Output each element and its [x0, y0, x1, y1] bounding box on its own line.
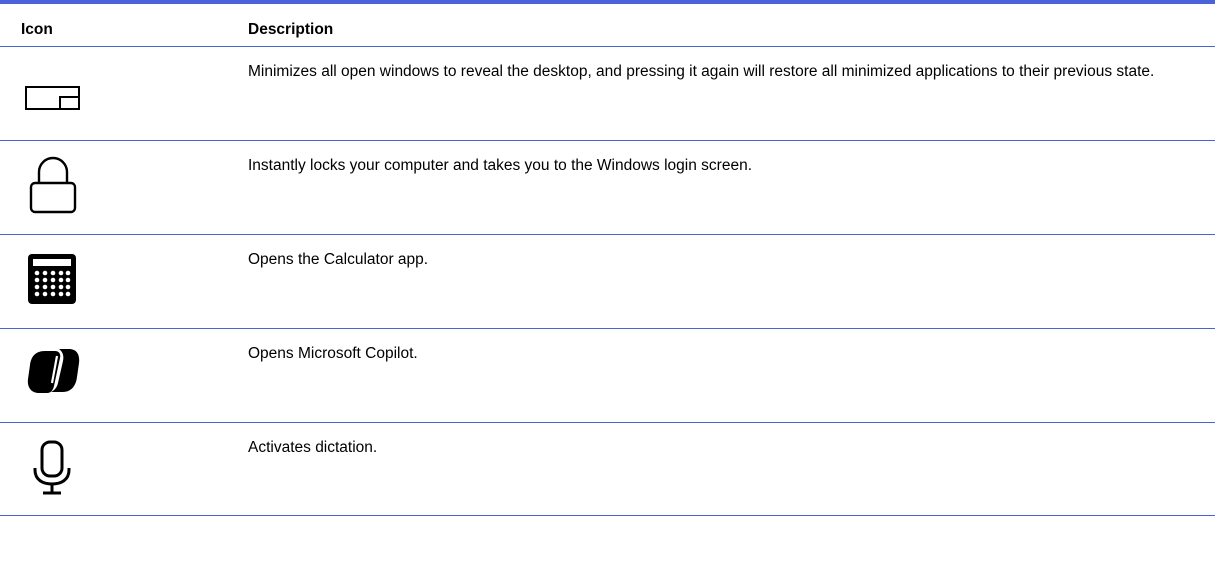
table-row: Activates dictation. — [0, 423, 1215, 516]
icon-cell — [0, 141, 248, 234]
table-row: Opens Microsoft Copilot. — [0, 329, 1215, 423]
row-description: Instantly locks your computer and takes … — [248, 157, 752, 174]
copilot-icon — [25, 343, 81, 399]
show-desktop-icon — [25, 71, 81, 127]
row-description: Activates dictation. — [248, 439, 378, 456]
icon-description-table: Icon Description Minimizes all open wind… — [0, 0, 1215, 516]
calculator-icon — [25, 251, 81, 307]
icon-cell — [0, 329, 248, 422]
icon-cell — [0, 47, 248, 140]
row-description: Opens Microsoft Copilot. — [248, 345, 418, 362]
column-header-description: Description — [248, 21, 334, 38]
row-description: Opens the Calculator app. — [248, 251, 429, 268]
table-row: Minimizes all open windows to reveal the… — [0, 47, 1215, 141]
column-header-icon: Icon — [21, 21, 53, 38]
microphone-icon — [25, 438, 81, 495]
table-row: Opens the Calculator app. — [0, 235, 1215, 329]
icon-cell — [0, 423, 248, 515]
lock-icon — [25, 153, 81, 214]
table-row: Instantly locks your computer and takes … — [0, 141, 1215, 235]
row-description: Minimizes all open windows to reveal the… — [248, 63, 1155, 80]
table-header-row: Icon Description — [0, 4, 1215, 47]
icon-cell — [0, 235, 248, 328]
